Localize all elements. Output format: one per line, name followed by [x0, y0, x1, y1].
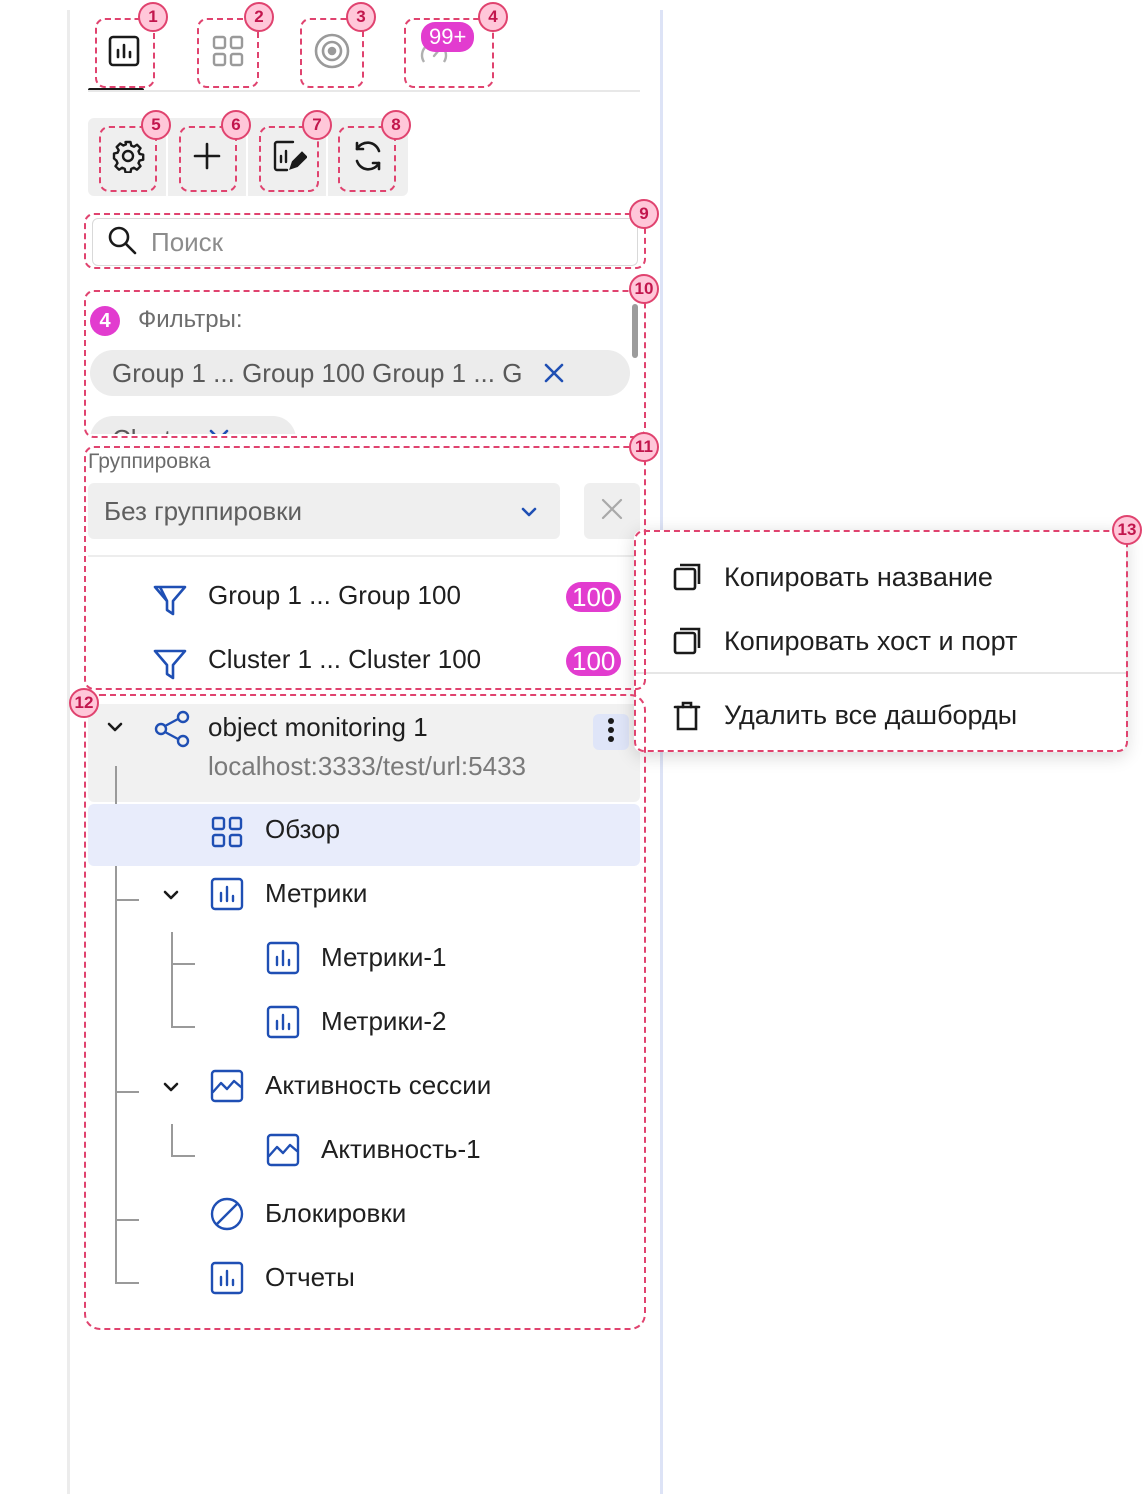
tree-item-label[interactable]: Метрики-2: [321, 1006, 446, 1037]
panel-right-border: [660, 10, 663, 1494]
grid-icon: [211, 34, 245, 73]
metrics-chart-icon: [108, 35, 140, 72]
filters-panel: 4 Фильтры: Group 1 ... Group 100 Group 1…: [88, 296, 640, 434]
tree-item-label[interactable]: Метрики: [265, 878, 367, 909]
chevron-down-icon[interactable]: [104, 716, 126, 743]
search-input[interactable]: [151, 226, 611, 258]
close-icon: [600, 497, 624, 526]
close-icon[interactable]: [205, 425, 233, 434]
menu-item-delete-dashboards[interactable]: Удалить все дашборды: [634, 686, 1126, 746]
menu-item-label: Копировать хост и порт: [724, 626, 1018, 656]
panel-left-border: [67, 10, 70, 1494]
copy-icon: [672, 562, 702, 597]
copy-icon: [672, 626, 702, 661]
filter-funnel-icon: [152, 582, 188, 623]
chart-icon: [266, 1005, 300, 1044]
filter-chip[interactable]: Group 1 ... Group 100 Group 1 ... G: [90, 350, 630, 396]
annotation-marker: 9: [629, 199, 659, 229]
close-icon[interactable]: [540, 359, 568, 387]
tree-line: [171, 1026, 195, 1028]
annotation-marker: 5: [141, 110, 171, 140]
menu-item-label: Копировать название: [724, 562, 993, 592]
group-row-label: Cluster 1 ... Cluster 100: [208, 644, 482, 674]
group-row[interactable]: Cluster 1 ... Cluster 100 100: [88, 632, 640, 692]
activity-icon: [210, 1069, 244, 1108]
tree-line: [171, 932, 173, 1026]
annotation-marker: 10: [629, 274, 659, 304]
tree-line: [115, 1282, 139, 1284]
tree-item-label[interactable]: Отчеты: [265, 1262, 355, 1293]
tree-item-label[interactable]: Блокировки: [265, 1198, 406, 1229]
grouping-select[interactable]: Без группировки: [88, 483, 560, 539]
menu-item-copy-name[interactable]: Копировать название: [634, 548, 1126, 608]
tabs-divider: [88, 90, 640, 92]
search-icon: [107, 225, 137, 260]
annotation-marker: 6: [221, 110, 251, 140]
annotation-marker: 13: [1112, 515, 1142, 545]
grouping-select-value: Без группировки: [104, 495, 303, 526]
filters-title: Фильтры:: [138, 306, 243, 333]
filter-chip-label: Clust: [112, 424, 171, 435]
chart-icon: [210, 1261, 244, 1300]
chart-icon: [210, 877, 244, 916]
annotation-marker: 12: [69, 688, 99, 718]
filter-chip-label: Group 1 ... Group 100 Group 1 ... G: [112, 357, 523, 388]
search-box: [92, 218, 638, 266]
target-icon: [313, 32, 351, 75]
tree-line: [171, 963, 195, 965]
group-row-count: 100: [566, 646, 622, 676]
edit-chart-icon: [271, 138, 308, 179]
trash-icon: [672, 700, 702, 737]
chevron-down-icon: [518, 499, 540, 530]
tree-line: [171, 1124, 173, 1155]
tree-item-label[interactable]: Активность-1: [321, 1134, 481, 1165]
clear-grouping-button[interactable]: [584, 483, 640, 539]
tree-line: [115, 1091, 139, 1093]
group-row-count: 100: [566, 582, 622, 612]
annotation-marker: 4: [478, 2, 508, 32]
group-row[interactable]: Group 1 ... Group 100 100: [88, 568, 640, 628]
tree-line: [115, 1219, 139, 1221]
filter-chip[interactable]: Clust: [90, 416, 296, 434]
more-actions-button[interactable]: [593, 714, 629, 750]
annotation-marker: 3: [346, 2, 376, 32]
chevron-down-icon[interactable]: [160, 884, 182, 911]
plus-icon: [192, 141, 222, 176]
chart-icon: [266, 941, 300, 980]
tree-item-label[interactable]: Метрики-1: [321, 942, 446, 973]
tree-item-label: Обзор: [265, 814, 341, 844]
object-nodes-icon: [153, 710, 191, 753]
chevron-down-icon[interactable]: [160, 1076, 182, 1103]
annotation-marker: 1: [138, 2, 168, 32]
tree-root-subtitle: localhost:3333/test/url:5433: [208, 751, 526, 781]
annotation-marker: 8: [381, 110, 411, 140]
grouping-label: Группировка: [88, 450, 211, 473]
tree-item-overview[interactable]: [88, 804, 640, 866]
group-row-label: Group 1 ... Group 100: [208, 580, 461, 610]
tree-line: [171, 1155, 195, 1157]
activity-icon: [266, 1133, 300, 1172]
overview-grid-icon: [210, 815, 244, 854]
tree-item-label[interactable]: Активность сессии: [265, 1070, 491, 1101]
menu-divider: [634, 672, 1126, 674]
annotation-marker: 2: [244, 2, 274, 32]
context-menu: Копировать название Копировать хост и по…: [634, 530, 1126, 752]
filters-count-badge: 4: [90, 306, 120, 336]
tree-line: [115, 899, 139, 901]
gear-icon: [111, 139, 145, 178]
menu-item-copy-host-port[interactable]: Копировать хост и порт: [634, 612, 1126, 672]
filters-scrollbar[interactable]: [632, 304, 638, 358]
filter-funnel-icon: [152, 646, 188, 687]
tree-root-title: object monitoring 1: [208, 712, 428, 742]
block-icon: [210, 1197, 244, 1236]
refresh-icon: [351, 139, 385, 178]
kebab-menu-icon: [607, 717, 615, 748]
notification-badge: 99+: [421, 22, 475, 52]
annotation-marker: 7: [302, 110, 332, 140]
grouping-divider: [88, 555, 640, 557]
annotation-marker: 11: [629, 432, 659, 462]
menu-item-label: Удалить все дашборды: [724, 700, 1018, 730]
